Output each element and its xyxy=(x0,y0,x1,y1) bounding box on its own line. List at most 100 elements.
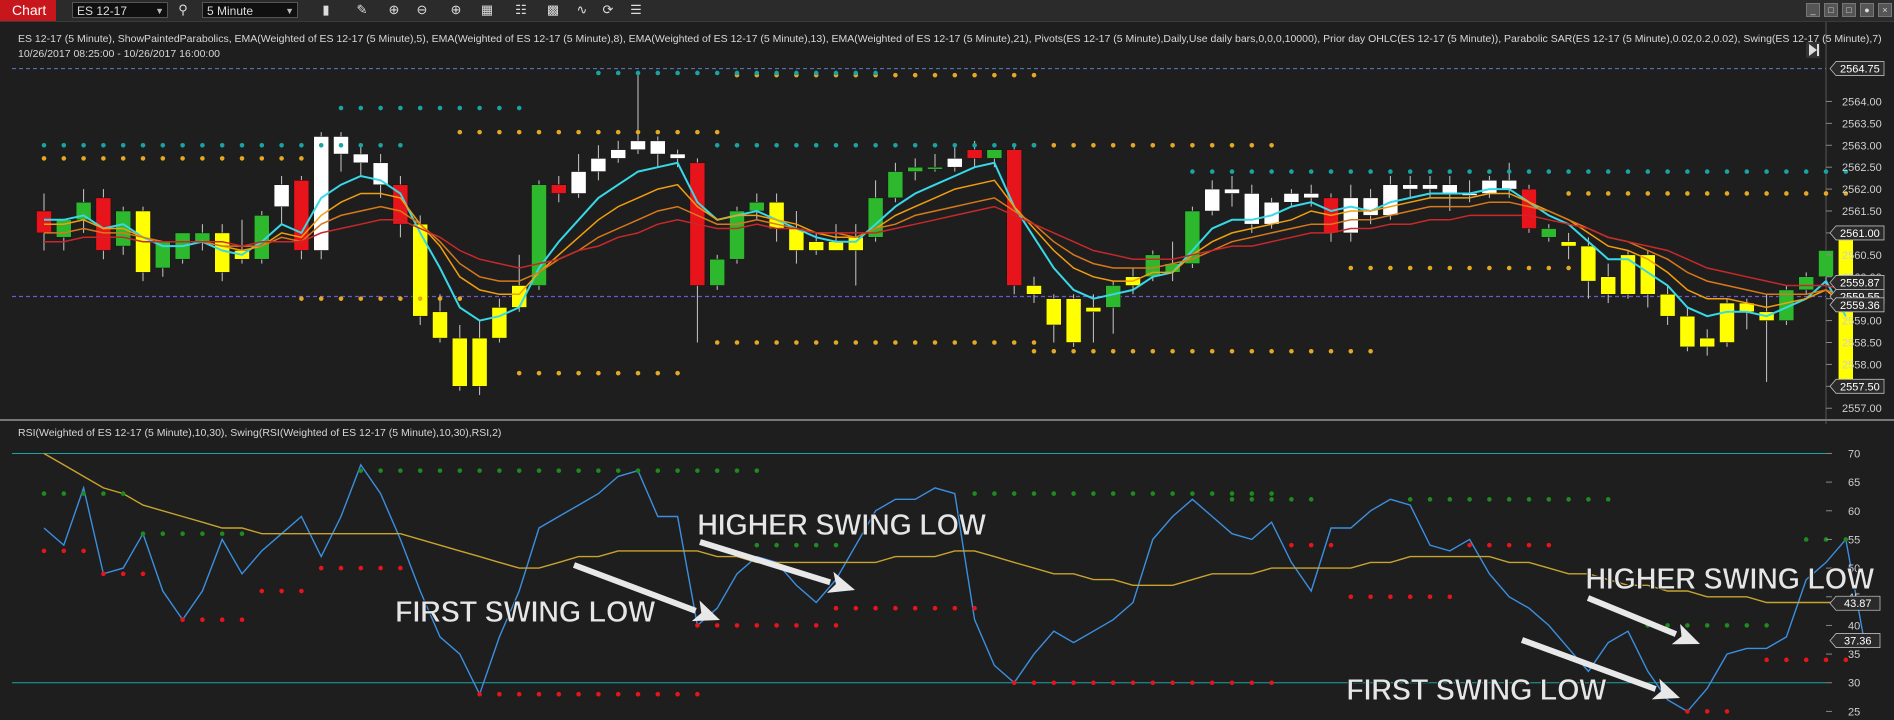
scroll-end-icon[interactable] xyxy=(1806,42,1820,58)
sar-dot xyxy=(536,370,542,376)
sar-dot xyxy=(1031,340,1037,345)
pin-icon[interactable]: ● xyxy=(1860,3,1874,17)
candle-body xyxy=(491,307,508,339)
rsi-swing-dot xyxy=(813,542,819,548)
search-icon[interactable]: ⚲ xyxy=(175,2,191,18)
maximize-icon[interactable]: □ xyxy=(1842,3,1856,17)
rsi-swing-dot xyxy=(1011,491,1017,496)
price-badge: 2559.87 xyxy=(1829,275,1885,290)
sar-dot xyxy=(1407,265,1413,271)
candle[interactable] xyxy=(1521,184,1537,233)
swing-dot xyxy=(794,142,799,148)
rsi-swing-dot xyxy=(1130,491,1136,496)
swing-dot xyxy=(1467,169,1472,174)
swing-dot xyxy=(41,142,47,148)
price-badge: 2561.00 xyxy=(1829,225,1885,241)
swing-dot xyxy=(1546,169,1552,174)
candle[interactable] xyxy=(135,206,151,282)
candle[interactable] xyxy=(1065,294,1082,347)
candle[interactable] xyxy=(174,232,191,264)
crosshair-icon[interactable]: ⊕ xyxy=(448,2,464,18)
sar-dot xyxy=(1427,265,1433,271)
rsi-swing-dot xyxy=(1803,537,1809,542)
rsi-swing-dot xyxy=(1368,594,1373,600)
chart-canvas[interactable]: 2564.00 2563.50 2563.00 2562.50 2562.00 2561.… xyxy=(0,22,1894,720)
swing-dot xyxy=(239,142,245,148)
swing-dot xyxy=(833,70,839,76)
swing-dot xyxy=(1625,169,1631,174)
swing-dot xyxy=(1823,169,1829,174)
price-panel[interactable] xyxy=(12,22,1838,420)
rsi-swing-dot xyxy=(61,548,67,554)
price-indicator-label: ES 12-17 (5 Minute), ShowPaintedParaboli… xyxy=(18,33,1882,45)
swing-dot xyxy=(516,105,522,111)
minimize-icon[interactable]: _ xyxy=(1806,3,1820,17)
instrument-selector[interactable]: ES 12-17 ▼ xyxy=(72,2,168,18)
sar-dot xyxy=(1110,348,1116,354)
rsi-swing-dot xyxy=(101,571,106,577)
candle-body xyxy=(749,201,765,212)
rsi-swing-dot xyxy=(1170,491,1175,496)
candle[interactable] xyxy=(709,254,725,290)
interval-selector[interactable]: 5 Minute ▼ xyxy=(202,2,298,18)
swing-dot xyxy=(596,70,601,76)
swing-dot xyxy=(1566,169,1571,174)
sar-dot xyxy=(714,340,720,345)
sar-dot xyxy=(457,296,463,301)
restore-icon[interactable]: □ xyxy=(1824,3,1838,17)
swing-dot xyxy=(1388,169,1393,174)
swing-dot xyxy=(338,142,344,148)
rsi-swing-dot xyxy=(635,691,641,697)
swing-dot xyxy=(992,142,997,148)
sar-dot xyxy=(1110,142,1116,148)
sar-dot xyxy=(1308,348,1314,354)
refresh-icon[interactable]: ⟳ xyxy=(600,2,616,18)
strategies-icon[interactable]: ▩ xyxy=(545,2,561,18)
rsi-swing-dot xyxy=(1269,497,1274,502)
sar-dot xyxy=(180,156,185,161)
bar-style-icon[interactable]: ▮ xyxy=(318,2,334,18)
pencil-icon[interactable]: ✎ xyxy=(354,2,370,18)
rsi-swing-dot xyxy=(1348,594,1354,600)
price-axis-label: 2558.00 xyxy=(1842,359,1882,371)
zoom-in-icon[interactable]: ⊕ xyxy=(386,2,402,18)
rsi-swing-dot xyxy=(1229,497,1235,502)
sar-dot xyxy=(536,129,542,135)
rsi-swing-dot xyxy=(259,588,265,594)
sar-dot xyxy=(101,156,106,161)
swing-dot xyxy=(794,70,799,76)
sar-dot xyxy=(794,340,799,345)
sar-dot xyxy=(1229,348,1235,354)
chart-tab[interactable]: Chart xyxy=(0,0,56,21)
rsi-swing-dot xyxy=(576,691,581,697)
candle-body xyxy=(729,210,745,260)
candle-body xyxy=(1541,228,1557,238)
indicators-icon[interactable]: ☷ xyxy=(513,2,529,18)
rsi-swing-dot xyxy=(279,588,284,594)
rsi-swing-dot xyxy=(1190,680,1195,686)
data-box-icon[interactable]: ☰ xyxy=(628,2,644,18)
rsi-swing-dot xyxy=(774,542,779,548)
candle-body xyxy=(709,258,725,286)
candle[interactable] xyxy=(1620,250,1636,299)
swing-dot xyxy=(972,142,977,148)
rsi-swing-dot xyxy=(140,571,146,577)
rsi-swing-dot xyxy=(1546,497,1552,502)
candle[interactable] xyxy=(1719,298,1735,347)
rsi-swing-dot xyxy=(912,605,918,611)
sar-dot xyxy=(516,370,522,376)
candle[interactable] xyxy=(313,132,329,260)
rsi-swing-dot xyxy=(1071,680,1076,686)
close-icon[interactable]: × xyxy=(1878,3,1892,17)
zoom-out-icon[interactable]: ⊖ xyxy=(414,2,430,18)
rsi-swing-dot xyxy=(516,691,522,697)
candle-body xyxy=(471,337,488,387)
properties-icon[interactable]: ▦ xyxy=(479,2,495,18)
rsi-swing-dot xyxy=(1209,491,1215,496)
swing-dot xyxy=(952,142,958,148)
candle[interactable] xyxy=(1006,145,1022,295)
candle[interactable] xyxy=(293,175,310,260)
rsi-swing-dot xyxy=(1744,623,1750,628)
drawing-tools-icon[interactable]: ∿ xyxy=(574,2,590,18)
candle-body xyxy=(452,337,468,387)
